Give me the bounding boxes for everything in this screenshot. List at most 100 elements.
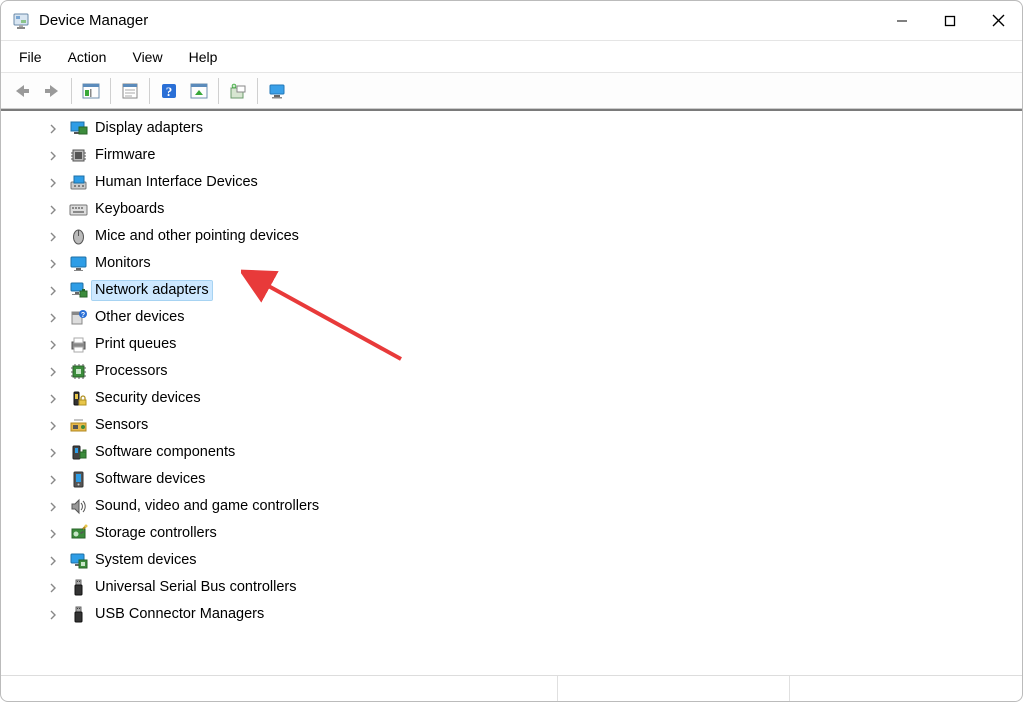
tree-item-print-queues[interactable]: Print queues (1, 331, 1022, 358)
content-area: Display adapters Firmware Human Interface … (1, 109, 1022, 675)
toolbar: ? (1, 73, 1022, 109)
tree-item-label: Mice and other pointing devices (92, 227, 302, 246)
hid-icon (69, 173, 88, 192)
maximize-button[interactable] (926, 1, 974, 40)
tree-item-label: Sound, video and game controllers (92, 497, 322, 516)
titlebar: Device Manager (1, 1, 1022, 41)
window-title: Device Manager (39, 12, 148, 29)
svg-text:?: ? (166, 84, 173, 99)
tree-item-sensors[interactable]: Sensors (1, 412, 1022, 439)
tree-item-label: Print queues (92, 335, 179, 354)
tree-item-keyboards[interactable]: Keyboards (1, 196, 1022, 223)
tree-item-label: Universal Serial Bus controllers (92, 578, 299, 597)
tree-item-label: Software devices (92, 470, 208, 489)
devices-and-printers-button[interactable] (262, 77, 292, 105)
chevron-right-icon[interactable] (47, 366, 59, 378)
monitor-icon (69, 254, 88, 273)
tree-item-label: Sensors (92, 416, 151, 435)
chevron-right-icon[interactable] (47, 474, 59, 486)
tree-item-network-adapters[interactable]: Network adapters (1, 277, 1022, 304)
chevron-right-icon[interactable] (47, 339, 59, 351)
sensor-icon (69, 416, 88, 435)
tree-item-label: Human Interface Devices (92, 173, 261, 192)
close-button[interactable] (974, 1, 1022, 40)
tree-item-label: System devices (92, 551, 200, 570)
tree-item-label: Firmware (92, 146, 158, 165)
status-cell-2 (557, 676, 790, 701)
tree-item-label: Display adapters (92, 119, 206, 138)
monitor-card-icon (69, 119, 88, 138)
system-icon (69, 551, 88, 570)
chevron-right-icon[interactable] (47, 609, 59, 621)
menu-file[interactable]: File (9, 45, 52, 69)
tree-item-mice[interactable]: Mice and other pointing devices (1, 223, 1022, 250)
add-drivers-button[interactable] (223, 77, 253, 105)
tree-item-label: Software components (92, 443, 238, 462)
chevron-right-icon[interactable] (47, 501, 59, 513)
minimize-button[interactable] (878, 1, 926, 40)
menubar: File Action View Help (1, 41, 1022, 73)
tree-item-usb-connector[interactable]: USB Connector Managers (1, 601, 1022, 628)
sw-device-icon (69, 470, 88, 489)
chevron-right-icon[interactable] (47, 447, 59, 459)
security-icon (69, 389, 88, 408)
tree-item-monitors[interactable]: Monitors (1, 250, 1022, 277)
back-button[interactable] (7, 77, 37, 105)
scan-hardware-button[interactable] (184, 77, 214, 105)
chevron-right-icon[interactable] (47, 285, 59, 297)
tree-item-label: Monitors (92, 254, 154, 273)
chevron-right-icon[interactable] (47, 528, 59, 540)
tree-item-processors[interactable]: Processors (1, 358, 1022, 385)
mouse-icon (69, 227, 88, 246)
properties-button[interactable] (115, 77, 145, 105)
tree-item-label: Other devices (92, 308, 187, 327)
chevron-right-icon[interactable] (47, 204, 59, 216)
cpu-icon (69, 362, 88, 381)
tree-item-label: Storage controllers (92, 524, 220, 543)
tree-item-firmware[interactable]: Firmware (1, 142, 1022, 169)
menu-view[interactable]: View (122, 45, 172, 69)
tree-item-other-devices[interactable]: ? Other devices (1, 304, 1022, 331)
chevron-right-icon[interactable] (47, 555, 59, 567)
help-toolbar-button[interactable]: ? (154, 77, 184, 105)
tree-item-sound[interactable]: Sound, video and game controllers (1, 493, 1022, 520)
status-cell-1 (1, 676, 557, 701)
printer-icon (69, 335, 88, 354)
device-tree[interactable]: Display adapters Firmware Human Interface … (1, 111, 1022, 675)
usb-connector-icon (69, 605, 88, 624)
tree-item-security-devices[interactable]: Security devices (1, 385, 1022, 412)
chevron-right-icon[interactable] (47, 177, 59, 189)
storage-icon (69, 524, 88, 543)
chevron-right-icon[interactable] (47, 258, 59, 270)
chevron-right-icon[interactable] (47, 312, 59, 324)
tree-item-label: Processors (92, 362, 171, 381)
chevron-right-icon[interactable] (47, 420, 59, 432)
chevron-right-icon[interactable] (47, 123, 59, 135)
menu-help[interactable]: Help (179, 45, 228, 69)
tree-item-label: Network adapters (92, 281, 212, 300)
tree-item-software-components[interactable]: Software components (1, 439, 1022, 466)
tree-item-storage-controllers[interactable]: Storage controllers (1, 520, 1022, 547)
chip-icon (69, 146, 88, 165)
sw-component-icon (69, 443, 88, 462)
chevron-right-icon[interactable] (47, 231, 59, 243)
usb-icon (69, 578, 88, 597)
svg-text:?: ? (81, 312, 85, 319)
tree-item-label: Security devices (92, 389, 204, 408)
tree-item-software-devices[interactable]: Software devices (1, 466, 1022, 493)
forward-button[interactable] (37, 77, 67, 105)
tree-item-system-devices[interactable]: System devices (1, 547, 1022, 574)
keyboard-icon (69, 200, 88, 219)
tree-item-label: USB Connector Managers (92, 605, 267, 624)
tree-item-label: Keyboards (92, 200, 167, 219)
tree-item-display-adapters[interactable]: Display adapters (1, 115, 1022, 142)
menu-action[interactable]: Action (58, 45, 117, 69)
show-hide-console-tree-button[interactable] (76, 77, 106, 105)
network-icon (69, 281, 88, 300)
chevron-right-icon[interactable] (47, 582, 59, 594)
chevron-right-icon[interactable] (47, 150, 59, 162)
tree-item-hid[interactable]: Human Interface Devices (1, 169, 1022, 196)
status-cell-3 (789, 676, 1022, 701)
tree-item-usb-controllers[interactable]: Universal Serial Bus controllers (1, 574, 1022, 601)
chevron-right-icon[interactable] (47, 393, 59, 405)
